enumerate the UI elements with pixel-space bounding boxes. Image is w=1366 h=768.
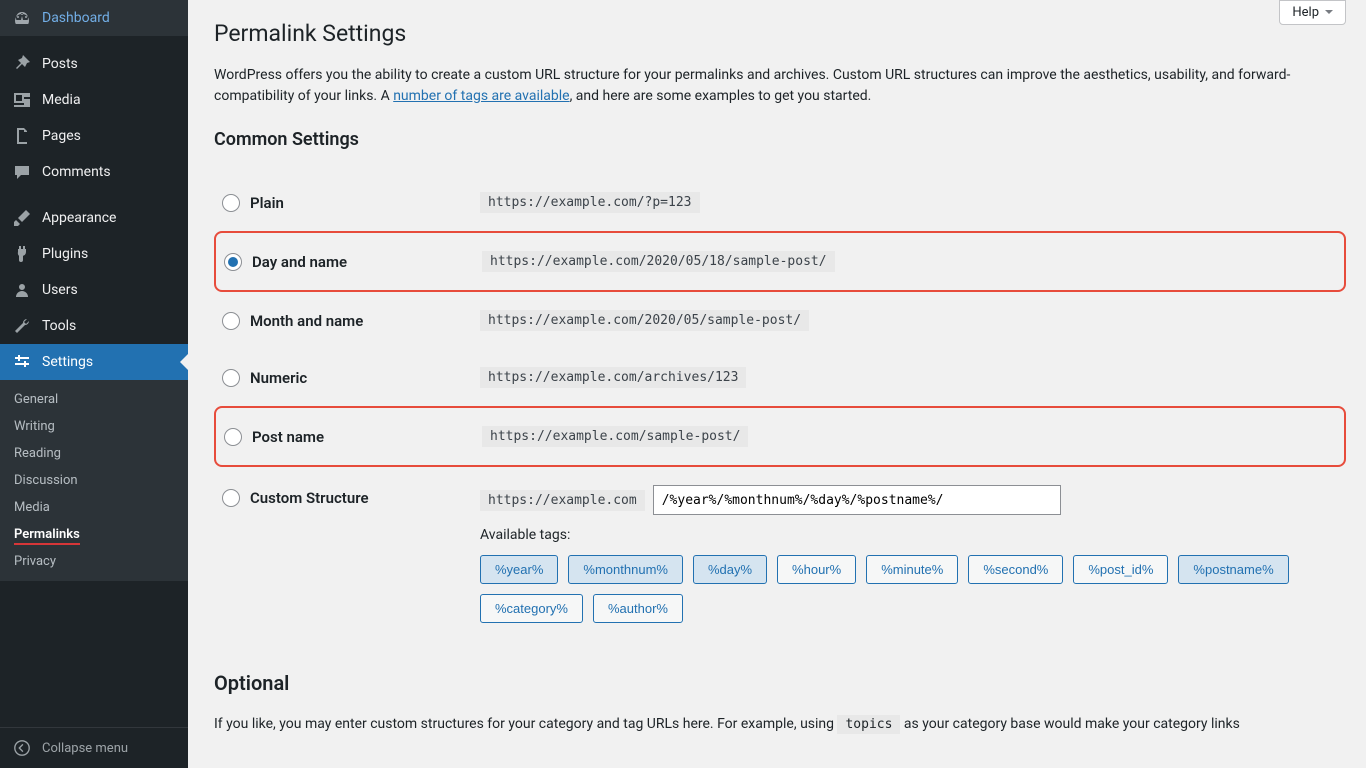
sidebar-item-tools[interactable]: Tools — [0, 308, 188, 344]
option-numeric[interactable]: Numeric https://example.com/archives/123 — [214, 349, 1346, 406]
page-title: Permalink Settings — [214, 20, 1346, 47]
brush-icon — [12, 208, 32, 228]
media-icon — [12, 90, 32, 110]
optional-heading: Optional — [214, 671, 1346, 695]
sidebar-item-label: Comments — [42, 164, 111, 180]
sidebar-item-label: Appearance — [42, 210, 116, 226]
option-day-name[interactable]: Day and name https://example.com/2020/05… — [214, 231, 1346, 292]
sidebar-item-label: Settings — [42, 354, 93, 370]
permalink-options: Plain https://example.com/?p=123 Day and… — [214, 174, 1346, 641]
common-settings-heading: Common Settings — [214, 129, 1346, 150]
submenu-writing[interactable]: Writing — [0, 413, 188, 440]
pages-icon — [12, 126, 32, 146]
tag-buttons: %year% %monthnum% %day% %hour% %minute% … — [480, 555, 1300, 623]
submenu-media[interactable]: Media — [0, 494, 188, 521]
custom-base-url: https://example.com — [480, 490, 645, 511]
sidebar-item-label: Dashboard — [42, 10, 110, 26]
option-month-name[interactable]: Month and name https://example.com/2020/… — [214, 292, 1346, 349]
tag-author[interactable]: %author% — [593, 594, 683, 623]
option-label: Post name — [252, 428, 324, 446]
submenu-discussion[interactable]: Discussion — [0, 467, 188, 494]
available-tags-label: Available tags: — [480, 527, 1300, 543]
optional-text: If you like, you may enter custom struct… — [214, 713, 1334, 736]
option-label: Plain — [250, 194, 284, 212]
dashboard-icon — [12, 8, 32, 28]
submenu-general[interactable]: General — [0, 386, 188, 413]
tags-link[interactable]: number of tags are available — [393, 88, 569, 104]
sidebar-item-label: Posts — [42, 56, 78, 72]
option-custom[interactable]: Custom Structure https://example.com Ava… — [214, 467, 1346, 641]
option-label: Numeric — [250, 369, 307, 387]
sidebar-item-settings[interactable]: Settings — [0, 344, 188, 380]
sidebar-item-label: Media — [42, 92, 81, 108]
custom-structure-input[interactable] — [653, 485, 1061, 515]
radio-month-name[interactable] — [222, 312, 240, 330]
sidebar-item-label: Pages — [42, 128, 81, 144]
tag-postname[interactable]: %postname% — [1178, 555, 1288, 584]
option-label: Custom Structure — [250, 489, 369, 507]
sidebar-item-users[interactable]: Users — [0, 272, 188, 308]
collapse-label: Collapse menu — [42, 741, 128, 756]
sidebar-item-posts[interactable]: Posts — [0, 46, 188, 82]
sidebar-item-dashboard[interactable]: Dashboard — [0, 0, 188, 36]
radio-custom[interactable] — [222, 489, 240, 507]
help-button[interactable]: Help — [1279, 0, 1346, 25]
option-post-name[interactable]: Post name https://example.com/sample-pos… — [214, 406, 1346, 467]
collapse-menu[interactable]: Collapse menu — [0, 727, 188, 768]
inline-code-topics: topics — [837, 715, 900, 734]
submenu-reading[interactable]: Reading — [0, 440, 188, 467]
sidebar-item-media[interactable]: Media — [0, 82, 188, 118]
pin-icon — [12, 54, 32, 74]
sidebar-item-appearance[interactable]: Appearance — [0, 200, 188, 236]
submenu-privacy[interactable]: Privacy — [0, 548, 188, 575]
option-plain[interactable]: Plain https://example.com/?p=123 — [214, 174, 1346, 231]
radio-post-name[interactable] — [224, 428, 242, 446]
main-content: Help Permalink Settings WordPress offers… — [188, 0, 1366, 768]
sidebar-item-label: Users — [42, 282, 78, 298]
sidebar-item-pages[interactable]: Pages — [0, 118, 188, 154]
radio-numeric[interactable] — [222, 369, 240, 387]
tag-year[interactable]: %year% — [480, 555, 558, 584]
intro-text: WordPress offers you the ability to crea… — [214, 65, 1314, 107]
sidebar-item-comments[interactable]: Comments — [0, 154, 188, 190]
settings-submenu: General Writing Reading Discussion Media… — [0, 380, 188, 581]
option-label: Day and name — [252, 253, 347, 271]
sidebar-item-label: Plugins — [42, 246, 88, 262]
option-label: Month and name — [250, 312, 363, 330]
tag-category[interactable]: %category% — [480, 594, 583, 623]
sliders-icon — [12, 352, 32, 372]
tag-minute[interactable]: %minute% — [866, 555, 958, 584]
comment-icon — [12, 162, 32, 182]
user-icon — [12, 280, 32, 300]
sidebar-item-label: Tools — [42, 318, 76, 334]
wrench-icon — [12, 316, 32, 336]
option-example: https://example.com/sample-post/ — [482, 426, 748, 447]
radio-plain[interactable] — [222, 194, 240, 212]
radio-day-name[interactable] — [224, 253, 242, 271]
sidebar-item-plugins[interactable]: Plugins — [0, 236, 188, 272]
tag-post-id[interactable]: %post_id% — [1073, 555, 1168, 584]
option-example: https://example.com/2020/05/18/sample-po… — [482, 251, 835, 272]
plug-icon — [12, 244, 32, 264]
collapse-icon — [12, 738, 32, 758]
option-example: https://example.com/?p=123 — [480, 192, 700, 213]
option-example: https://example.com/2020/05/sample-post/ — [480, 310, 809, 331]
tag-monthnum[interactable]: %monthnum% — [568, 555, 683, 584]
submenu-permalinks[interactable]: Permalinks — [0, 521, 188, 548]
option-example: https://example.com/archives/123 — [480, 367, 746, 388]
admin-sidebar: Dashboard Posts Media Pages Comments App… — [0, 0, 188, 768]
chevron-down-icon — [1325, 10, 1333, 18]
tag-hour[interactable]: %hour% — [777, 555, 856, 584]
tag-day[interactable]: %day% — [693, 555, 767, 584]
tag-second[interactable]: %second% — [968, 555, 1063, 584]
